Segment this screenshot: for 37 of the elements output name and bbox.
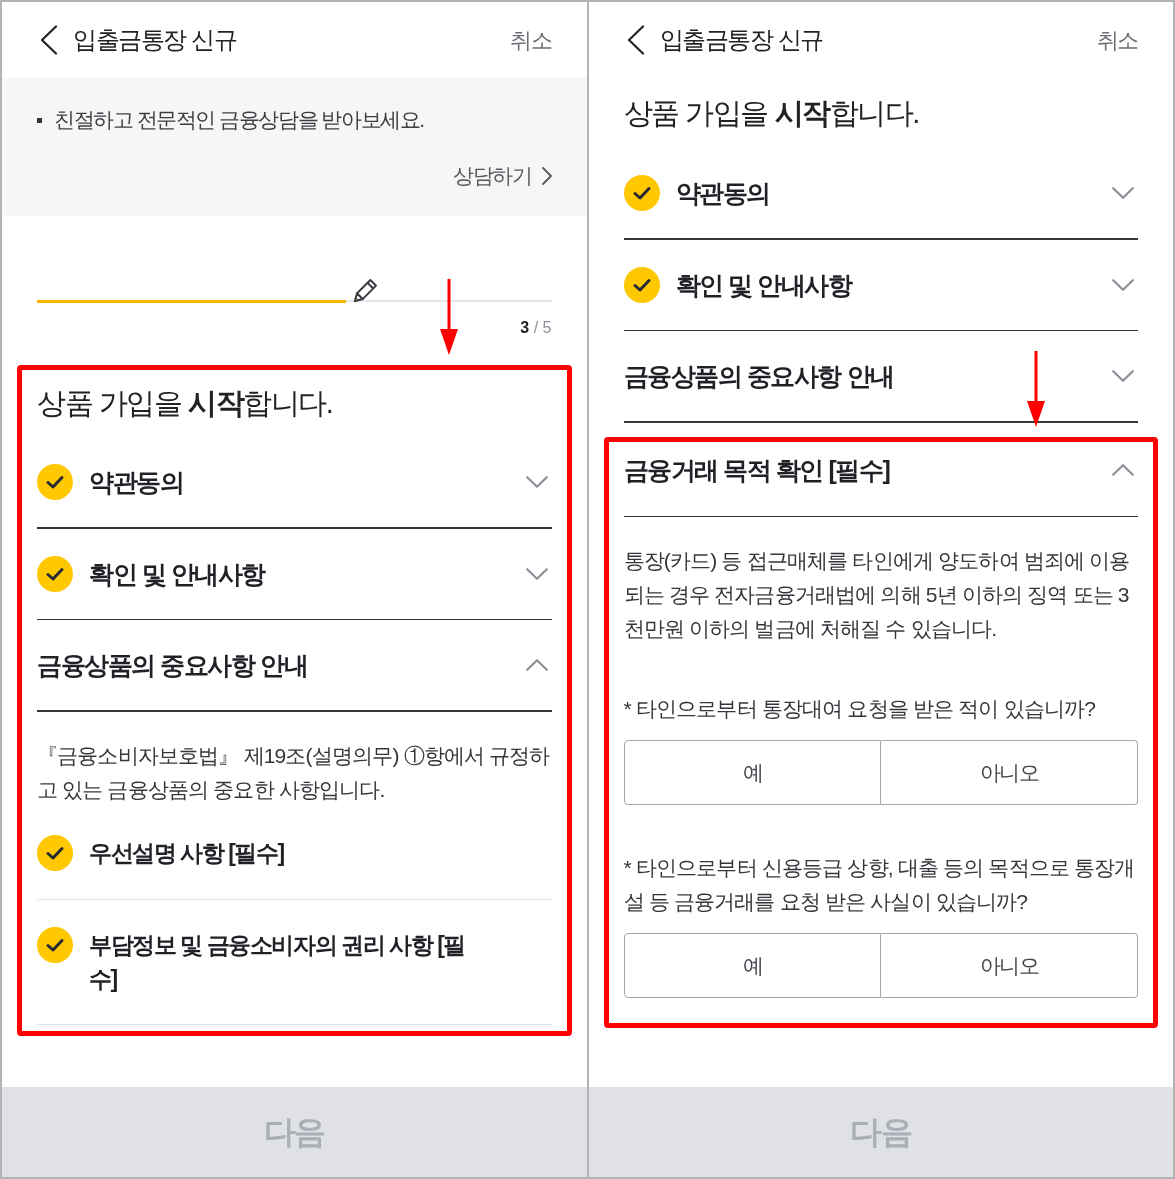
chevron-up-icon[interactable] xyxy=(1112,463,1134,476)
chevron-down-icon[interactable] xyxy=(1112,187,1134,199)
chevron-down-icon[interactable] xyxy=(525,567,548,580)
screen-title: 입출금통장 신규 xyxy=(659,25,823,55)
checklist-item-label[interactable]: 우선설명 사항 [필수] xyxy=(89,835,474,870)
chevron-right-icon xyxy=(541,167,552,185)
chevron-down-icon[interactable] xyxy=(525,476,548,488)
accordion-title[interactable]: 금융상품의 중요사항 안내 xyxy=(623,359,894,393)
chevron-down-icon[interactable] xyxy=(1112,370,1134,382)
back-icon[interactable] xyxy=(40,25,58,55)
cancel-button[interactable]: 취소 xyxy=(1096,23,1138,57)
accordion-title[interactable]: 확인 및 안내사항 xyxy=(89,556,265,591)
checklist-item-label[interactable]: 부담정보 및 금융소비자의 권리 사항 [필수] xyxy=(89,927,474,996)
cancel-button[interactable]: 취소 xyxy=(510,23,552,57)
page-heading: 상품 가입을 시작합니다. xyxy=(623,96,920,131)
banner-message: 친절하고 전문적인 금융상담을 받아보세요. xyxy=(54,107,424,133)
bullet-icon xyxy=(37,117,42,123)
screen-title: 입출금통장 신규 xyxy=(73,25,237,55)
question-text: * 타인으로부터 신용등급 상향, 대출 등의 목적으로 통장개설 등 금융거래를 요청 받은 사실이 있습니까? xyxy=(623,855,1136,915)
accordion-title[interactable]: 확인 및 안내사항 xyxy=(675,267,852,302)
option-button[interactable]: 아니오 xyxy=(881,740,1138,805)
option-button[interactable]: 아니오 xyxy=(881,933,1138,998)
section-description: 통장(카드) 등 접근매체를 타인에게 양도하여 범죄에 이용되는 경우 전자금융거래법에 의해 5년 이하의 징역 또는 3천만원 이하의 벌금에 처해질 수 있습니다. xyxy=(623,548,1131,642)
chevron-up-icon[interactable] xyxy=(525,659,548,671)
option-button[interactable]: 예 xyxy=(623,933,882,998)
accordion-title[interactable]: 약관동의 xyxy=(675,176,770,210)
accordion-title[interactable]: 금융거래 목적 확인 [필수] xyxy=(623,452,890,487)
page-heading: 상품 가입을 시작합니다. xyxy=(37,386,334,421)
accordion-title[interactable]: 금융상품의 중요사항 안내 xyxy=(37,648,308,682)
option-button[interactable]: 예 xyxy=(623,740,882,805)
back-icon[interactable] xyxy=(626,25,645,55)
accordion-title[interactable]: 약관동의 xyxy=(89,465,184,499)
step-counter: 3 / 5 xyxy=(520,318,552,338)
question-text: * 타인으로부터 통장대여 요청을 받은 적이 있습니까? xyxy=(623,696,1096,722)
section-description: 『금융소비자보호법』 제19조(설명의무) ①항에서 규정하고 있는 금융상품의 중요한 사항입니다. xyxy=(37,742,551,803)
chevron-down-icon[interactable] xyxy=(1112,278,1134,291)
consult-link[interactable]: 상담하기 xyxy=(453,162,552,190)
